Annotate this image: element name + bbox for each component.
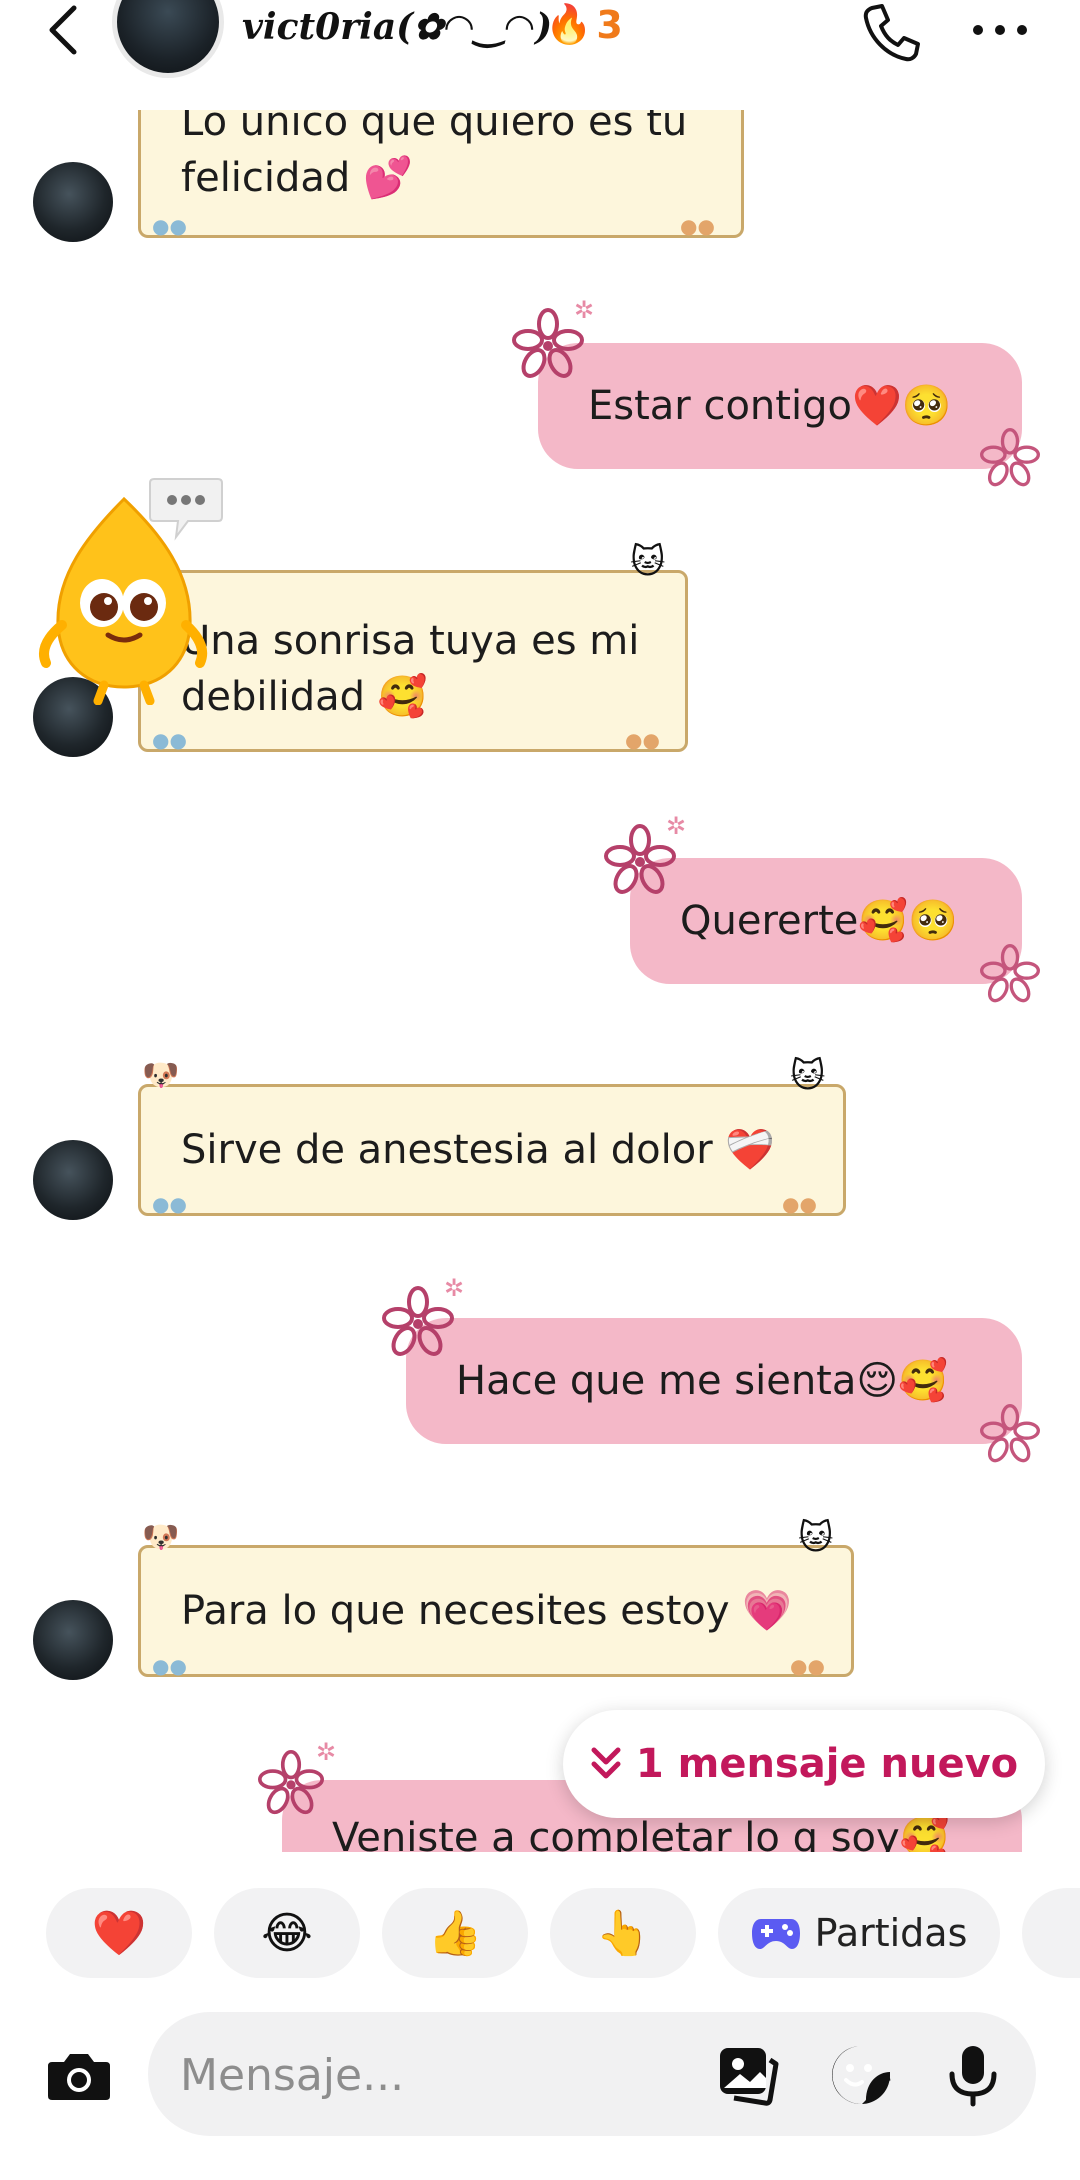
back-icon[interactable] xyxy=(38,0,88,60)
quick-reaction-thumbs-up[interactable]: 👍 xyxy=(382,1888,528,1978)
sparkle-decoration: ✲ xyxy=(444,1274,465,1302)
sparkle-decoration: ✲ xyxy=(666,812,687,840)
double-chevron-down-icon xyxy=(591,1747,621,1779)
message-input-placeholder: Mensaje... xyxy=(180,2050,405,2101)
quick-reaction-point-up[interactable]: 👆 xyxy=(550,1888,696,1978)
paw-decoration: ●● xyxy=(152,728,187,752)
sender-avatar[interactable] xyxy=(33,1140,113,1220)
gallery-icon[interactable] xyxy=(716,2042,782,2108)
sender-avatar[interactable] xyxy=(33,162,113,242)
more-options-icon[interactable] xyxy=(968,0,1032,64)
incoming-message[interactable]: Una sonrisa tuya es mi debilidad 🥰 xyxy=(138,570,688,752)
contact-avatar[interactable] xyxy=(112,0,224,78)
cat-decoration: 🐱 xyxy=(790,1056,826,1096)
dog-decoration: 🐶 xyxy=(142,1520,180,1555)
chat-bottom-edge xyxy=(0,1852,1080,1870)
fire-icon: 🔥 xyxy=(545,2,593,46)
paw-decoration: ●● xyxy=(152,1654,187,1678)
camera-icon[interactable] xyxy=(44,2040,114,2110)
quick-reaction-laugh[interactable]: 😂 xyxy=(214,1888,360,1978)
mascot-sticker-icon xyxy=(39,496,208,705)
quick-reaction-sticker[interactable] xyxy=(1022,1888,1080,1978)
paw-decoration: ●● xyxy=(152,1192,187,1216)
sticker-icon[interactable] xyxy=(828,2042,894,2108)
flower-decoration xyxy=(980,944,1040,1003)
incoming-message[interactable]: Para lo que necesites estoy 💗 xyxy=(138,1545,854,1677)
games-button[interactable]: Partidas xyxy=(718,1888,1000,1978)
streak-badge: 🔥 3 xyxy=(545,2,623,47)
paw-decoration: ●● xyxy=(790,1654,825,1678)
flower-decoration xyxy=(258,1750,324,1815)
microphone-icon[interactable] xyxy=(940,2042,1006,2108)
outgoing-message[interactable]: Quererte🥰🥺 xyxy=(630,858,1022,984)
phone-call-icon[interactable] xyxy=(858,0,922,64)
sender-avatar[interactable] xyxy=(33,1600,113,1680)
cat-decoration: 🐱 xyxy=(630,542,666,582)
new-message-pill[interactable]: 1 mensaje nuevo xyxy=(563,1710,1045,1818)
flower-decoration xyxy=(980,428,1040,487)
flower-decoration xyxy=(980,1404,1040,1463)
paw-decoration: ●● xyxy=(680,214,715,238)
sparkle-decoration: ✲ xyxy=(316,1738,337,1766)
outgoing-message[interactable]: Estar contigo❤️🥺 xyxy=(538,343,1022,469)
paw-decoration: ●● xyxy=(625,728,660,752)
chat-header: vict0ria(✿◠‿◠) 🔥 3 xyxy=(0,0,1080,110)
paw-decoration: ●● xyxy=(782,1192,817,1216)
contact-name[interactable]: vict0ria(✿◠‿◠) xyxy=(242,6,552,48)
dog-decoration: 🐶 xyxy=(142,1058,180,1093)
gamepad-icon xyxy=(751,1919,800,1949)
paw-decoration: ●● xyxy=(152,214,187,238)
quick-reaction-heart[interactable]: ❤️ xyxy=(46,1888,192,1978)
incoming-message[interactable]: Sirve de anestesia al dolor ❤️‍🩹 xyxy=(138,1084,846,1216)
outgoing-message[interactable]: Hace que me sienta😌🥰 xyxy=(406,1318,1022,1444)
streak-count: 3 xyxy=(596,2,623,47)
sparkle-decoration: ✲ xyxy=(574,296,595,324)
cat-decoration: 🐱 xyxy=(798,1518,834,1558)
